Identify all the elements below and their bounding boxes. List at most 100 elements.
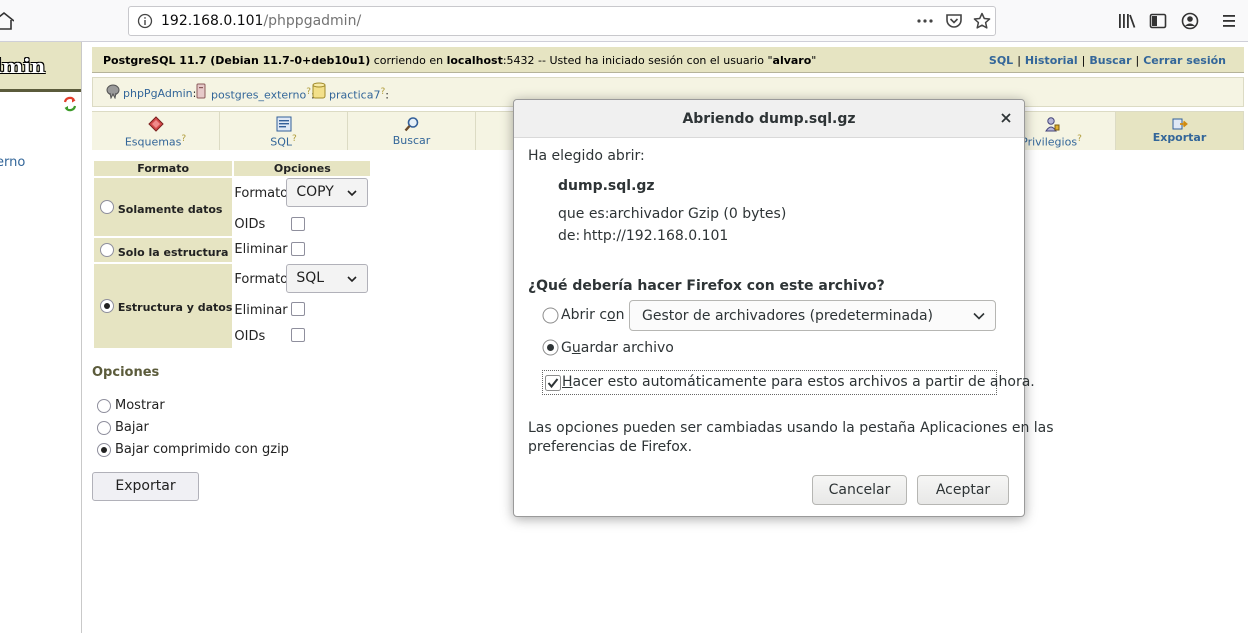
pocket-icon[interactable] [944,12,964,30]
bookmark-star-icon[interactable] [972,12,992,30]
output-gzip-option[interactable]: Bajar comprimido con gzip [97,442,289,457]
chevron-down-icon [973,312,985,320]
server-info-bar: PostgreSQL 11.7 (Debian 11.7-0+deb10u1) … [92,47,1244,73]
server-port: :5432 [502,54,535,67]
logout-link[interactable]: Cerrar sesión [1139,54,1230,67]
tab-schemas-label: Esquemas [124,135,182,149]
open-with-label[interactable]: Abrir con [561,307,624,323]
search-icon [404,116,420,132]
breadcrumb-database[interactable]: practica7?: [329,87,389,102]
output-show-option[interactable]: Mostrar [97,398,165,413]
account-icon[interactable] [1180,11,1200,31]
output-options-heading: Opciones [92,365,160,380]
save-file-label[interactable]: Guardar archivo [561,340,674,356]
format-label: Formato [234,272,289,287]
breadcrumb-phppgadmin-label[interactable]: phpPgAdmin [123,87,193,100]
save-accesskey: u [571,340,581,356]
cancel-button[interactable]: Cancelar [812,475,907,505]
tab-export-label: Exportar [1152,131,1207,144]
export-icon [1172,116,1188,132]
remember-text: acer esto automáticamente para estos arc… [572,374,1035,390]
export-button[interactable]: Exportar [92,472,199,501]
database-icon [312,82,326,103]
remember-choice-label[interactable]: Hacer esto automáticamente para estos ar… [562,374,1035,390]
home-icon[interactable] [0,10,14,32]
breadcrumb-database-label[interactable]: practica7 [329,89,380,102]
breadcrumb-server[interactable]: postgres_externo?: [211,87,315,102]
url-text[interactable]: 192.168.0.101/phppgadmin/ [161,13,361,29]
close-icon[interactable] [999,111,1013,125]
output-show-label: Mostrar [115,398,165,413]
top-links: SQL | Historial | Buscar | Cerrar sesión [985,54,1230,67]
data-format-select[interactable]: COPY [286,178,369,207]
question-text: ¿Qué debería hacer Firefox con este arch… [528,278,885,294]
output-show-radio[interactable] [97,398,111,413]
data-oids-checkbox[interactable] [291,217,306,231]
data-format-value: COPY [296,184,334,200]
structure-and-data-cell: Estructura y datos [94,264,233,348]
url-bar[interactable]: 192.168.0.101/phppgadmin/ [128,6,996,36]
accept-button[interactable]: Aceptar [917,475,1009,505]
download-dialog: Abriendo dump.sql.gz Ha elegido abrir: d… [513,99,1054,517]
structure-only-options: Eliminar [234,238,370,262]
file-from-value: http://192.168.0.101 [583,228,729,244]
output-download-label: Bajar [115,420,149,435]
find-link[interactable]: Buscar [1085,54,1135,67]
help-marker[interactable]: ? [181,134,186,144]
both-drop-checkbox[interactable] [291,302,306,316]
sql-icon [276,116,292,132]
structure-only-radio[interactable] [100,243,114,257]
info-icon[interactable] [137,13,153,29]
server-host: localhost [446,54,503,67]
tab-schemas[interactable]: Esquemas? [92,112,220,150]
refresh-icon[interactable] [62,96,78,112]
structure-and-data-radio[interactable] [100,299,114,313]
server-icon [196,83,206,102]
output-download-radio[interactable] [97,420,111,435]
structure-drop-checkbox[interactable] [291,242,306,256]
output-gzip-radio[interactable] [97,442,111,457]
remember-choice-row[interactable]: Hacer esto automáticamente para estos ar… [542,370,1035,395]
remember-choice-checkbox[interactable] [545,375,561,391]
page-actions-icon[interactable] [915,12,935,30]
file-type-value: archivador Gzip (0 bytes) [609,206,787,222]
open-with-radio[interactable] [542,307,559,324]
save-file-radio[interactable] [542,339,559,356]
library-icon[interactable] [1117,11,1137,31]
browser-toolbar: 192.168.0.101/phppgadmin/ [0,0,1248,42]
breadcrumb-sep: : [385,88,389,102]
tab-sql[interactable]: SQL? [220,112,348,150]
save-text-a: G [561,340,572,356]
chevron-down-icon [347,276,357,283]
sidebar-icon[interactable] [1148,11,1168,31]
history-link[interactable]: Historial [1021,54,1082,67]
tab-find[interactable]: Buscar [348,112,476,150]
remember-accesskey: H [562,374,573,390]
both-format-select[interactable]: SQL [286,264,369,293]
dialog-titlebar[interactable]: Abriendo dump.sql.gz [514,100,1024,138]
open-with-app-select[interactable]: Gestor de archivadores (predeterminada) [629,300,996,331]
data-only-radio[interactable] [100,200,114,214]
file-type-label: que es: [558,206,610,222]
breadcrumb-phppgadmin[interactable]: phpPgAdmin: [123,87,196,100]
help-marker[interactable]: ? [292,134,297,144]
structure-and-data-options: Formato SQL Eliminar OIDs [234,264,370,348]
structure-and-data-label: Estructura y datos [117,301,233,314]
options-header: Opciones [234,161,371,176]
tab-privileges-label: Privilegios [1021,135,1078,149]
format-label: Formato [234,186,289,201]
tab-export[interactable]: Exportar [1116,112,1244,150]
logo-text: dmin [0,54,46,78]
open-with-accesskey: o [607,307,616,323]
output-download-option[interactable]: Bajar [97,420,149,435]
breadcrumb-server-label[interactable]: postgres_externo [211,89,306,102]
menu-icon[interactable] [1219,11,1239,31]
help-marker[interactable]: ? [1077,134,1082,144]
both-oids-checkbox[interactable] [291,328,306,342]
chevron-down-icon [347,190,357,197]
browser-tree-frame: dmin erno [0,42,82,633]
tree-server-link[interactable]: erno [0,155,25,170]
data-only-options: Formato COPY OIDs [234,178,370,236]
output-gzip-label: Bajar comprimido con gzip [115,442,289,457]
sql-link[interactable]: SQL [985,54,1017,67]
